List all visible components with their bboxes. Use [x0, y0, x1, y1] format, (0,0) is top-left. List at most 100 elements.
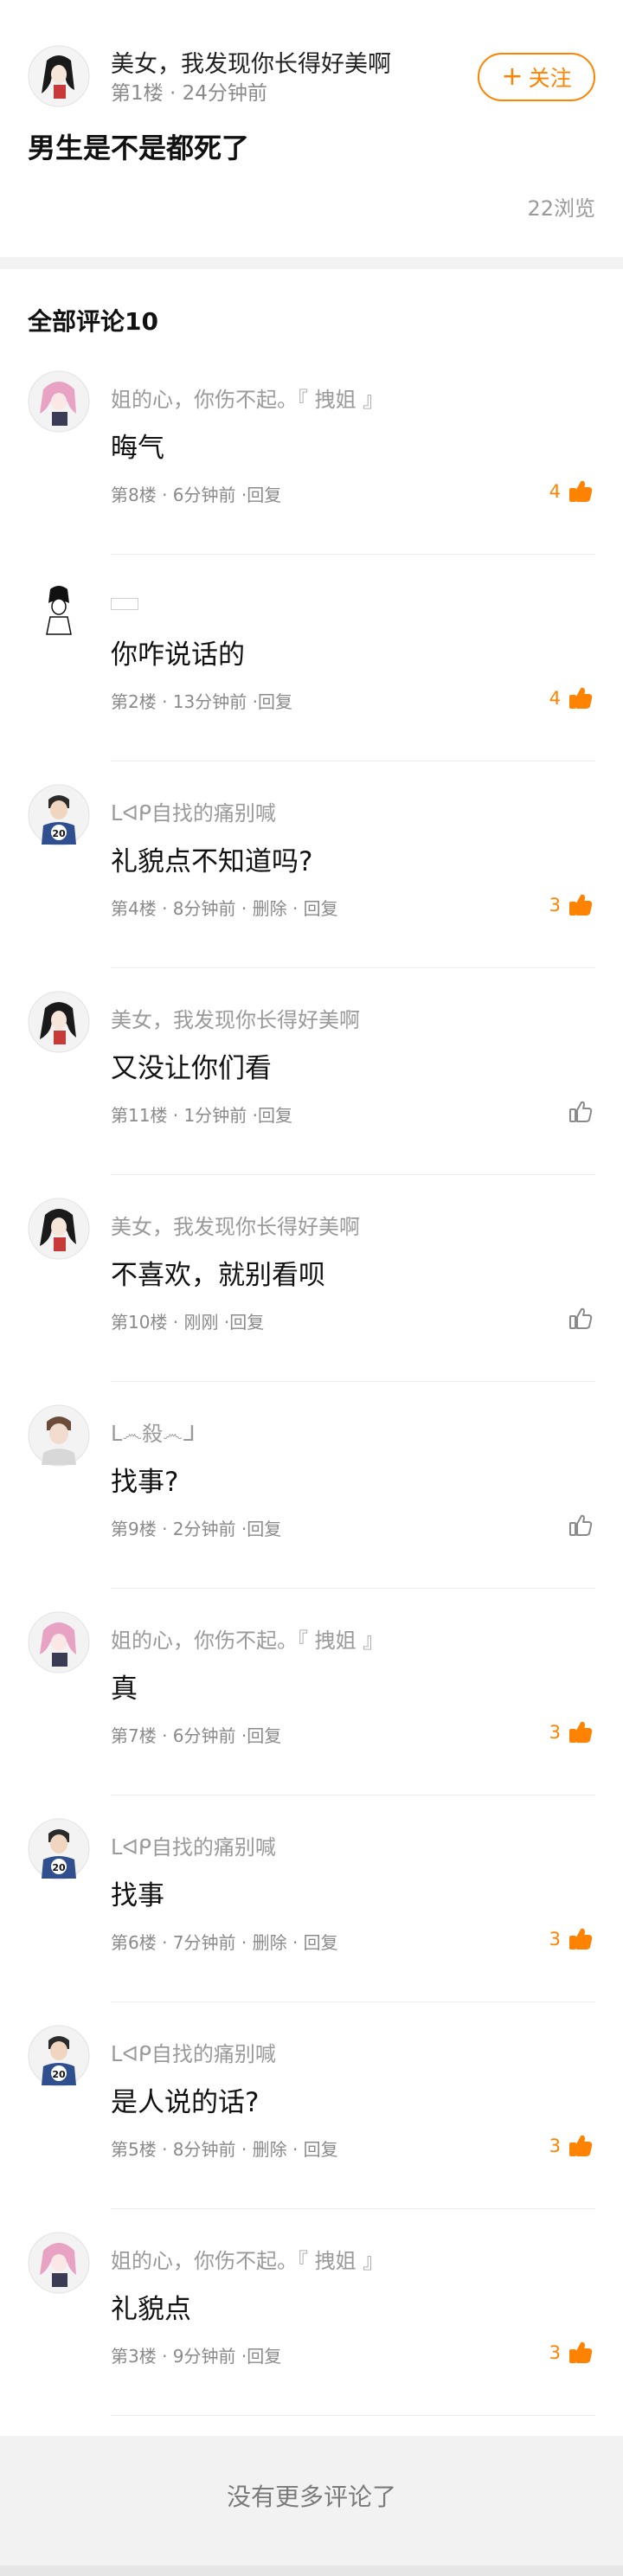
comment-text: 不喜欢，就别看呗 — [111, 1260, 325, 1291]
post-author-name[interactable]: 美女，我发现你长得好美啊 — [111, 45, 391, 79]
comment-meta[interactable]: 第7楼 · 6分钟前 ·回复 — [111, 1722, 281, 1747]
comment-item[interactable]: 美女，我发现你长得好美啊 又没让你们看第11楼 · 1分钟前 ·回复 — [0, 991, 623, 1198]
comment-author-name[interactable]: ᒪᐊᑭ自找的痛别喊 — [111, 796, 276, 826]
pink-hair-avatar-icon[interactable] — [28, 370, 90, 433]
post-content: 男生是不是都死了 — [28, 132, 250, 164]
jersey-20-avatar-icon[interactable]: 20 — [28, 1818, 90, 1880]
pink-hair-avatar-icon[interactable] — [28, 1611, 90, 1673]
comment-meta[interactable]: 第10楼 · 刚刚 ·回复 — [111, 1308, 264, 1333]
comment-divider — [111, 2001, 595, 2002]
comment-divider — [111, 554, 595, 555]
jersey-20-avatar-icon[interactable]: 20 — [28, 2025, 90, 2087]
thumbs-up-icon — [569, 1928, 593, 1950]
like-button[interactable]: 3 — [549, 1924, 594, 1955]
like-count: 3 — [549, 1722, 561, 1743]
svg-text:20: 20 — [52, 2069, 66, 2080]
comment-meta[interactable]: 第2楼 · 13分钟前 ·回复 — [111, 688, 292, 713]
comment-divider — [111, 2208, 595, 2209]
comment-meta[interactable]: 第11楼 · 1分钟前 ·回复 — [111, 1102, 292, 1127]
no-more-comments-text: 没有更多评论了 — [226, 2483, 396, 2511]
pink-hair-avatar-icon[interactable] — [28, 2232, 90, 2294]
comment-item[interactable]: 美女，我发现你长得好美啊 不喜欢，就别看呗第10楼 · 刚刚 ·回复 — [0, 1198, 623, 1404]
comment-divider — [111, 1174, 595, 1175]
comment-divider — [111, 967, 595, 968]
comments-header: 全部评论10 — [28, 307, 158, 336]
thumbs-up-icon — [569, 1307, 593, 1329]
section-divider — [0, 257, 623, 269]
post-card: 美女，我发现你长得好美啊 第1楼 · 24分钟前 + 关注 男生是不是都死了 2… — [0, 0, 623, 251]
jersey-20-avatar-icon[interactable]: 20 — [28, 784, 90, 846]
like-button[interactable] — [568, 1303, 594, 1334]
post-author-avatar[interactable] — [28, 45, 90, 107]
thumbs-up-icon — [569, 1101, 593, 1122]
like-count: 3 — [549, 2136, 561, 2156]
comment-author-name-placeholder-icon — [111, 598, 138, 610]
comment-text: 是人说的话? — [111, 2087, 260, 2118]
comment-text: 你咋说话的 — [111, 639, 245, 671]
thumbs-up-icon — [569, 480, 593, 502]
girl-avatar-icon[interactable] — [28, 1198, 90, 1260]
comment-item[interactable]: 你咋说话的第2楼 · 13分钟前 ·回复 4 — [0, 577, 623, 784]
like-count: 4 — [549, 688, 561, 709]
thumbs-up-icon — [569, 894, 593, 915]
like-button[interactable]: 3 — [549, 1717, 594, 1748]
comment-meta[interactable]: 第3楼 · 9分钟前 ·回复 — [111, 2342, 281, 2367]
comment-meta[interactable]: 第4楼 · 8分钟前 · 删除 · 回复 — [111, 895, 338, 920]
comment-meta[interactable]: 第8楼 · 6分钟前 ·回复 — [111, 481, 281, 506]
view-count: 22浏览 — [527, 196, 595, 221]
comment-item[interactable]: 姐的心，你伤不起。『 拽姐 』真第7楼 · 6分钟前 ·回复 3 — [0, 1611, 623, 1818]
comment-item[interactable]: 20 ᒪᐊᑭ自找的痛别喊 找事第6楼 · 7分钟前 · 删除 · 回复 3 — [0, 1818, 623, 2025]
comment-item[interactable]: 20 ᒪᐊᑭ自找的痛别喊礼貌点不知道吗? 第4楼 · 8分钟前 · 删除 · 回复 3 — [0, 784, 623, 991]
comment-text: 找事 — [111, 1880, 164, 1911]
comment-author-name[interactable]: 姐的心，你伤不起。『 拽姐 』 — [111, 382, 383, 413]
comment-meta[interactable]: 第6楼 · 7分钟前 · 删除 · 回复 — [111, 1929, 338, 1954]
comment-author-name[interactable]: 美女，我发现你长得好美啊 — [111, 1003, 360, 1033]
comment-text: 又没让你们看 — [111, 1053, 272, 1084]
comment-text: 找事? — [111, 1467, 179, 1498]
comment-divider — [111, 1588, 595, 1589]
comment-text: 晦气 — [111, 433, 164, 464]
thumbs-up-icon — [569, 687, 593, 709]
like-button[interactable] — [568, 1096, 594, 1127]
plus-icon: + — [501, 61, 523, 92]
follow-button-label: 关注 — [528, 66, 572, 91]
comment-author-name[interactable]: 美女，我发现你长得好美啊 — [111, 1210, 360, 1240]
svg-text:20: 20 — [52, 828, 66, 839]
comment-item[interactable]: ᒪ෴殺෴ᒧ 找事? 第9楼 · 2分钟前 ·回复 — [0, 1404, 623, 1611]
like-count: 3 — [549, 1929, 561, 1950]
guy-avatar-icon[interactable] — [28, 1404, 90, 1467]
comment-meta[interactable]: 第9楼 · 2分钟前 ·回复 — [111, 1515, 281, 1540]
comment-text: 礼貌点不知道吗? — [111, 846, 313, 877]
follow-button[interactable]: + 关注 — [478, 53, 595, 101]
girl-avatar-icon[interactable] — [28, 991, 90, 1053]
like-button[interactable]: 4 — [549, 683, 594, 714]
comment-author-name[interactable]: 姐的心，你伤不起。『 拽姐 』 — [111, 1623, 383, 1654]
comment-item[interactable]: 20 ᒪᐊᑭ自找的痛别喊 是人说的话? 第5楼 · 8分钟前 · 删除 · 回复 3 — [0, 2025, 623, 2232]
post-meta: 第1楼 · 24分钟前 — [111, 82, 267, 105]
comment-divider — [111, 2415, 595, 2416]
comment-author-name[interactable]: ᒪᐊᑭ自找的痛别喊 — [111, 2037, 276, 2067]
comment-author-name[interactable]: ᒪᐊᑭ自找的痛别喊 — [111, 1830, 276, 1860]
comment-meta[interactable]: 第5楼 · 8分钟前 · 删除 · 回复 — [111, 2136, 338, 2161]
comment-author-name[interactable]: 姐的心，你伤不起。『 拽姐 』 — [111, 2244, 383, 2274]
thumbs-up-icon — [569, 2342, 593, 2363]
thumbs-up-icon — [569, 2135, 593, 2156]
like-button[interactable]: 3 — [549, 2337, 594, 2368]
like-button[interactable] — [568, 1510, 594, 1541]
like-count: 3 — [549, 2342, 561, 2363]
comment-divider — [111, 1381, 595, 1382]
comments-end-footer: 没有更多评论了 — [0, 2436, 623, 2566]
thumbs-up-icon — [569, 1514, 593, 1536]
comment-author-name[interactable]: ᒪ෴殺෴ᒧ — [111, 1416, 196, 1447]
sketch-avatar-icon[interactable] — [28, 577, 90, 639]
thumbs-up-icon — [569, 1721, 593, 1743]
like-button[interactable]: 3 — [549, 890, 594, 921]
like-count: 4 — [549, 481, 561, 502]
comment-item[interactable]: 姐的心，你伤不起。『 拽姐 』礼貌点 第3楼 · 9分钟前 ·回复 3 — [0, 2232, 623, 2438]
like-button[interactable]: 3 — [549, 2130, 594, 2162]
like-button[interactable]: 4 — [549, 476, 594, 507]
bottom-bar — [0, 2566, 623, 2576]
svg-text:20: 20 — [52, 1862, 66, 1873]
comment-item[interactable]: 姐的心，你伤不起。『 拽姐 』晦气第8楼 · 6分钟前 ·回复 4 — [0, 370, 623, 577]
like-count: 3 — [549, 895, 561, 915]
